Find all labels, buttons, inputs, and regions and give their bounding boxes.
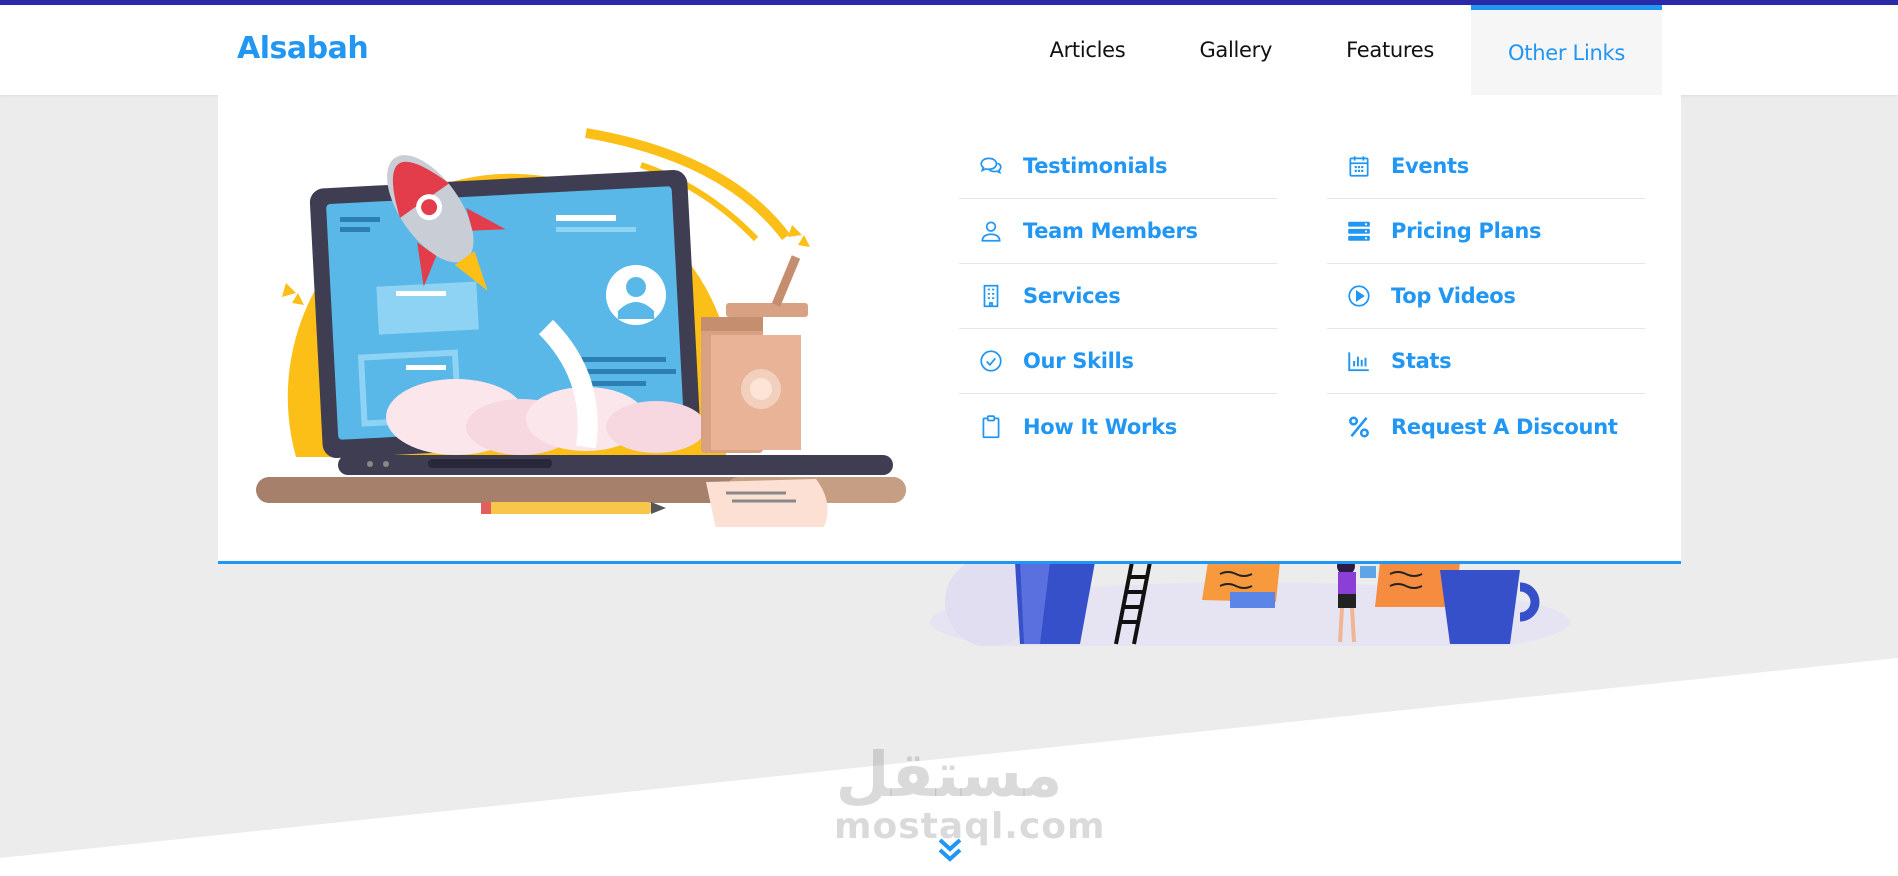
check-circle-icon	[959, 348, 1023, 374]
menu-link-events[interactable]: Events	[1327, 134, 1645, 199]
menu-link-services[interactable]: Services	[959, 264, 1277, 329]
menu-link-label: Pricing Plans	[1391, 219, 1542, 243]
menu-link-stats[interactable]: Stats	[1327, 329, 1645, 394]
clipboard-icon	[959, 414, 1023, 440]
percent-icon	[1327, 414, 1391, 440]
menu-link-team-members[interactable]: Team Members	[959, 199, 1277, 264]
menu-link-testimonials[interactable]: Testimonials	[959, 134, 1277, 199]
watermark-arabic: مستقل	[835, 738, 1063, 811]
main-nav: Articles Gallery Features Other Links	[1013, 5, 1662, 95]
site-logo[interactable]: Alsabah	[237, 31, 369, 66]
mega-menu-right-column: Events Pricing Plans Top Videos Stats Re…	[1327, 134, 1645, 459]
mega-menu-left-column: Testimonials Team Members Services Our S…	[959, 134, 1277, 459]
server-icon	[1327, 218, 1391, 244]
menu-link-label: Testimonials	[1023, 154, 1168, 178]
nav-item-features[interactable]: Features	[1309, 5, 1471, 95]
menu-link-request-a-discount[interactable]: Request A Discount	[1327, 394, 1645, 459]
nav-item-gallery[interactable]: Gallery	[1162, 5, 1309, 95]
menu-link-label: Request A Discount	[1391, 414, 1618, 439]
menu-link-label: Team Members	[1023, 219, 1198, 243]
calendar-icon	[1327, 153, 1391, 179]
menu-link-label: How It Works	[1023, 414, 1177, 439]
menu-link-label: Our Skills	[1023, 349, 1134, 373]
hero-illustration	[930, 562, 1570, 646]
scroll-down-chevron-icon[interactable]	[935, 836, 965, 866]
chart-bar-icon	[1327, 348, 1391, 374]
mostaql-watermark: مستقل mostaql.com	[834, 738, 1105, 846]
rocket-laptop-illustration	[256, 128, 906, 527]
menu-link-our-skills[interactable]: Our Skills	[959, 329, 1277, 394]
nav-item-other-links[interactable]: Other Links	[1471, 5, 1662, 95]
nav-item-articles[interactable]: Articles	[1013, 5, 1163, 95]
menu-link-label: Services	[1023, 284, 1121, 308]
site-header: Alsabah Articles Gallery Features Other …	[0, 5, 1898, 95]
play-circle-icon	[1327, 283, 1391, 309]
menu-link-top-videos[interactable]: Top Videos	[1327, 264, 1645, 329]
other-links-mega-menu: Testimonials Team Members Services Our S…	[218, 95, 1681, 564]
building-icon	[959, 283, 1023, 309]
menu-link-label: Stats	[1391, 349, 1452, 373]
comments-icon	[959, 153, 1023, 179]
menu-link-label: Top Videos	[1391, 284, 1516, 308]
menu-link-pricing-plans[interactable]: Pricing Plans	[1327, 199, 1645, 264]
menu-link-label: Events	[1391, 154, 1469, 178]
user-icon	[959, 218, 1023, 244]
menu-link-how-it-works[interactable]: How It Works	[959, 394, 1277, 459]
